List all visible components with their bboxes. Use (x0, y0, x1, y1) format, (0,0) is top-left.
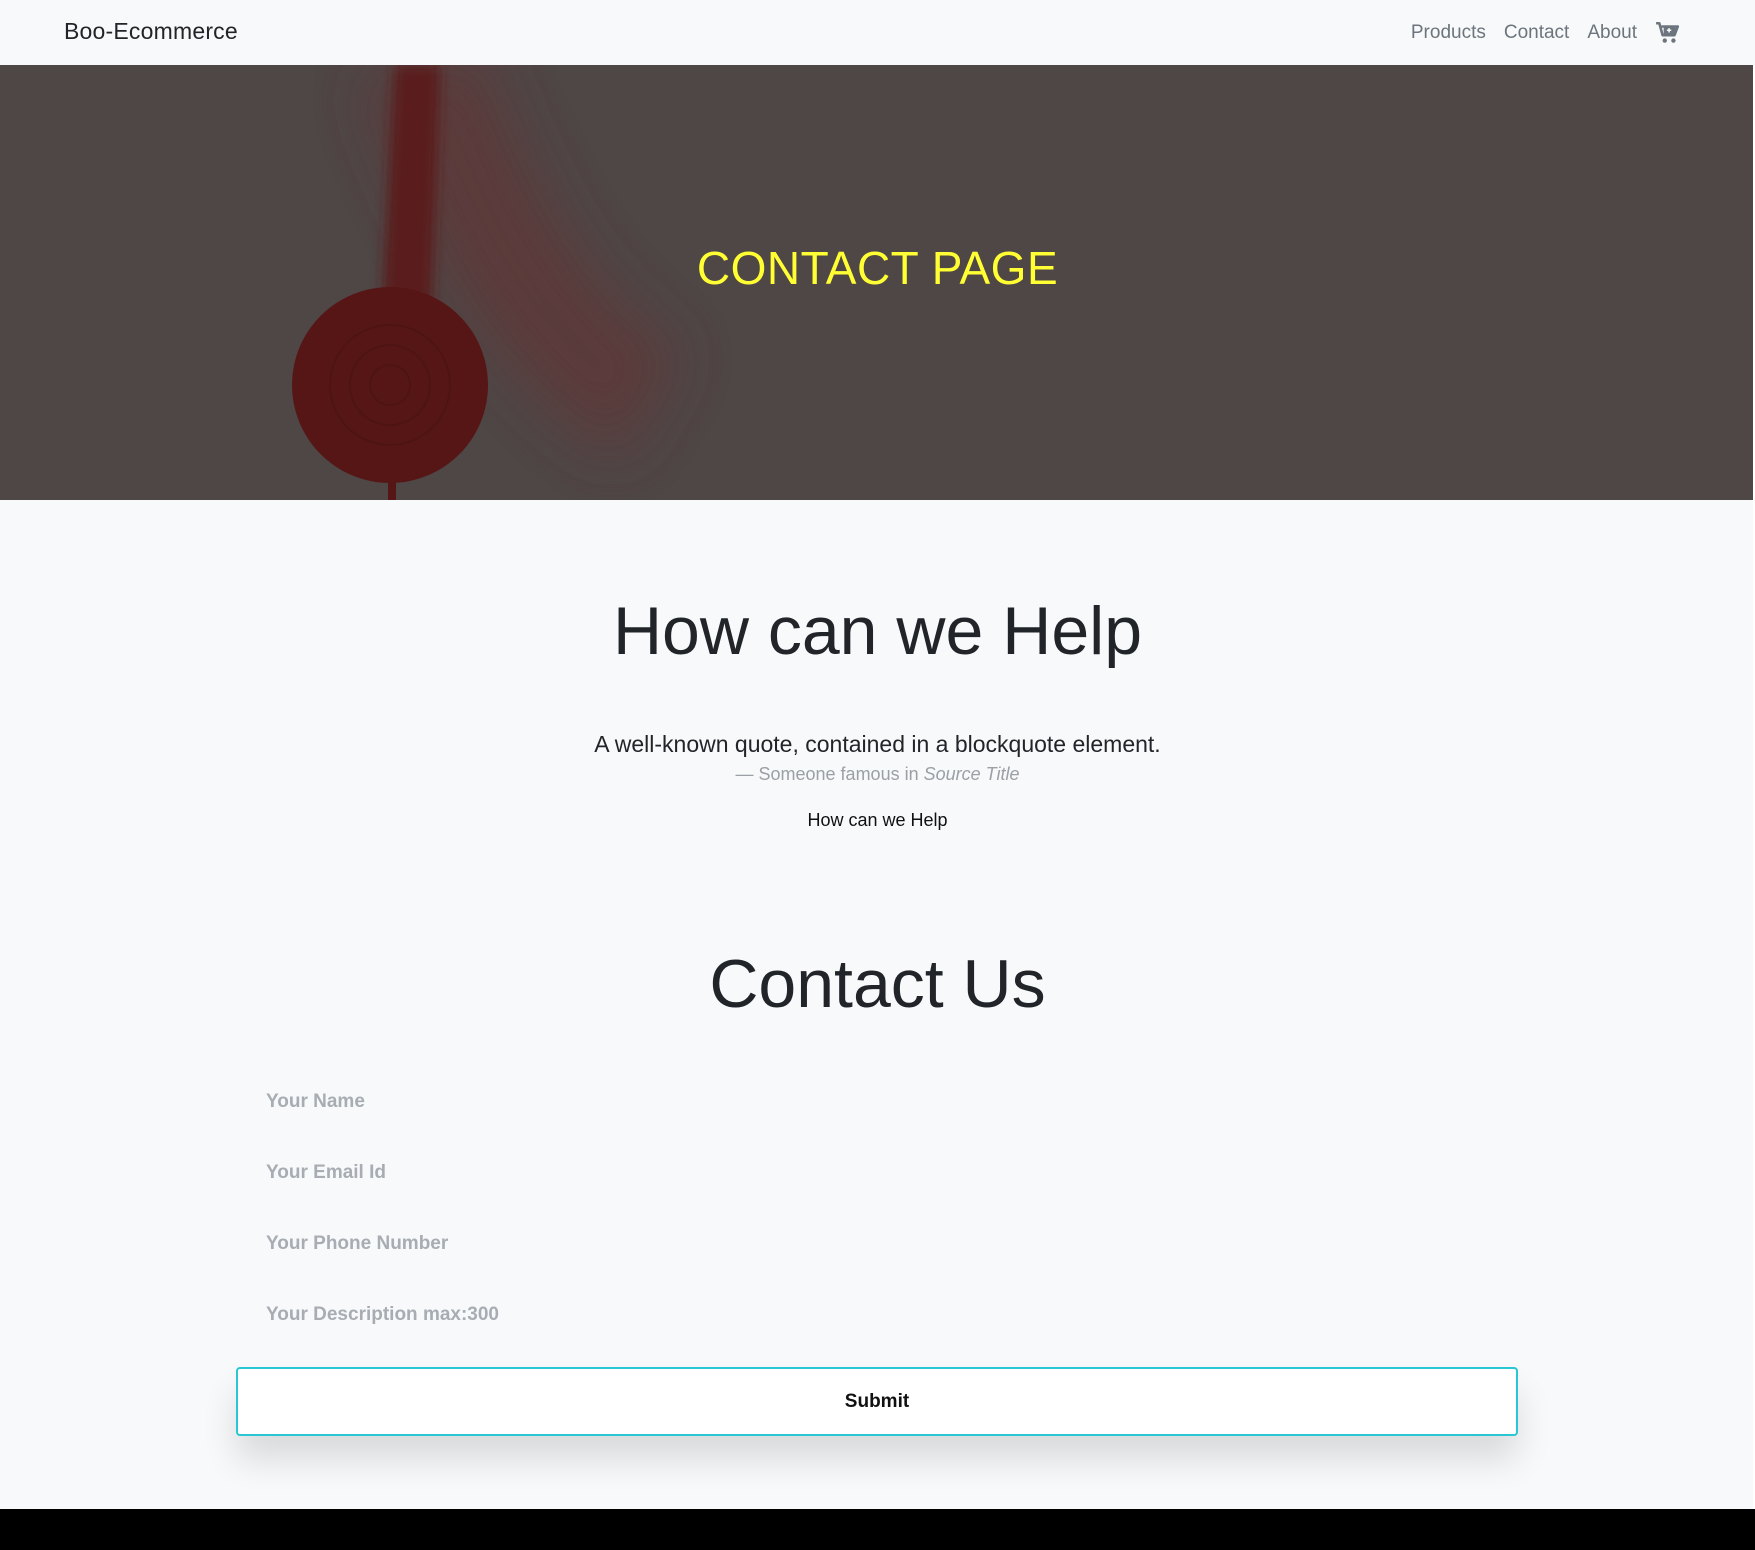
phone-input[interactable] (236, 1219, 1516, 1269)
email-input[interactable] (236, 1148, 1516, 1198)
help-subheading: How can we Help (807, 810, 948, 830)
help-heading: How can we Help (612, 593, 1143, 669)
quote-author: — Someone famous in (735, 764, 924, 784)
description-input[interactable] (236, 1290, 1516, 1340)
submit-button[interactable]: Submit (236, 1367, 1518, 1436)
quote-source: Source Title (923, 764, 1020, 784)
nav-links: Products Contact About (1411, 20, 1681, 46)
footer (0, 1509, 1755, 1550)
nav-link-contact[interactable]: Contact (1504, 22, 1569, 44)
blockquote-footer: — Someone famous in Source Title (0, 764, 1755, 785)
hero-banner: CONTACT PAGE (0, 65, 1755, 500)
contact-heading: Contact Us (709, 946, 1046, 1022)
hero-title: CONTACT PAGE (696, 242, 1059, 294)
nav-link-products[interactable]: Products (1411, 22, 1486, 44)
blockquote-text: A well-known quote, contained in a block… (594, 731, 1161, 757)
nav-link-about[interactable]: About (1587, 22, 1637, 44)
shopping-cart-icon[interactable] (1655, 20, 1681, 46)
brand-logo[interactable]: Boo-Ecommerce (64, 18, 238, 45)
navbar: Boo-Ecommerce Products Contact About (0, 0, 1755, 65)
name-input[interactable] (236, 1077, 1516, 1127)
